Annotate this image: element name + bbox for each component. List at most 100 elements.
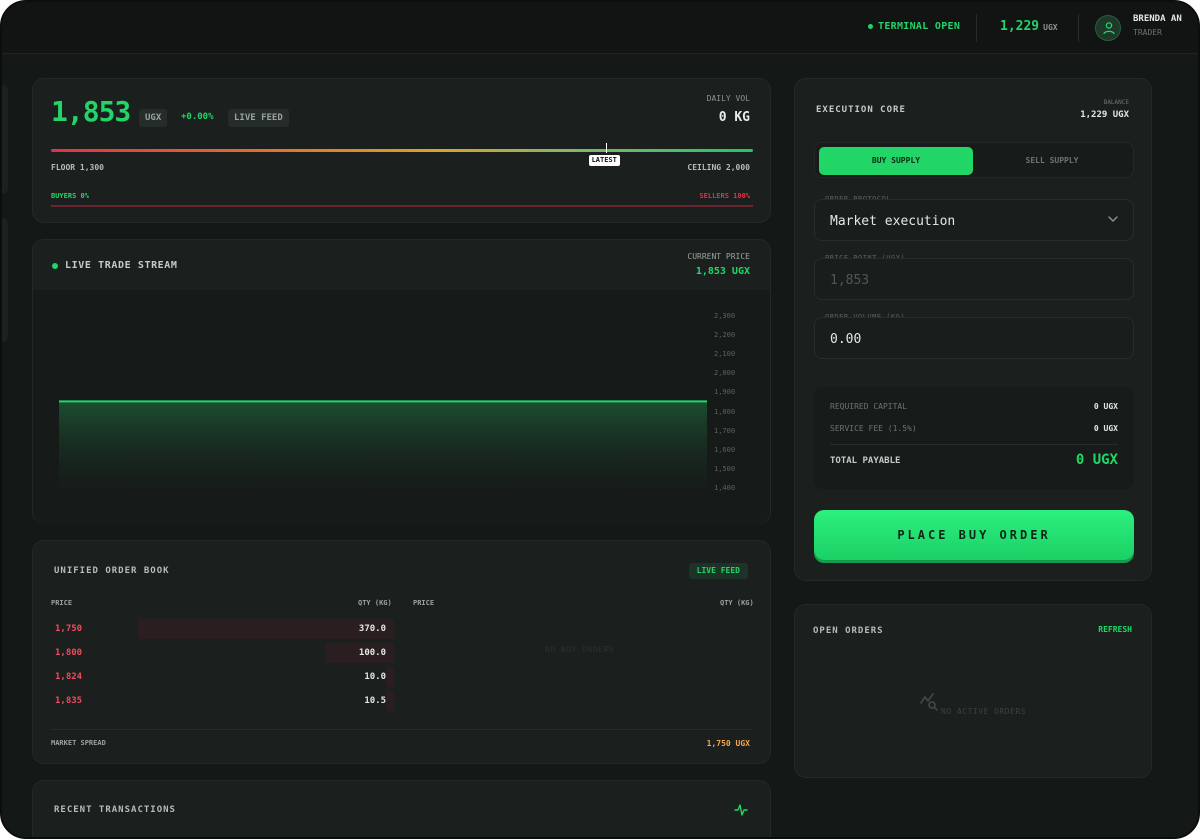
buy-price-header: PRICE xyxy=(413,599,435,607)
open-orders-title: OPEN ORDERS xyxy=(813,626,884,636)
refresh-button[interactable]: REFRESH xyxy=(1098,625,1132,634)
sell-qty-header: QTY (KG) xyxy=(358,599,392,607)
divider xyxy=(1078,14,1079,42)
stream-title: LIVE TRADE STREAM xyxy=(65,260,178,271)
order-qty: 370.0 xyxy=(358,624,386,634)
daily-vol-value: 0 KG xyxy=(718,110,750,125)
sell-order-row[interactable]: 1,835 10.5 xyxy=(51,691,394,711)
floor-price: FLOOR 1,300 xyxy=(51,163,104,172)
terminal-status-label: TERMINAL OPEN xyxy=(878,21,961,32)
empty-orders-icon xyxy=(920,693,938,711)
sell-supply-tab[interactable]: SELL SUPPLY xyxy=(975,147,1129,175)
side-panel-tab[interactable] xyxy=(2,84,8,194)
price-chart-svg xyxy=(59,400,707,488)
order-volume-input[interactable]: 0.00 xyxy=(814,317,1134,359)
y-tick-label: 2,000 xyxy=(714,369,736,378)
price-point-value: 1,853 xyxy=(830,273,870,288)
header-balance: 1,229 UGX xyxy=(1000,19,1058,34)
user-icon xyxy=(1103,22,1115,35)
y-tick-label: 2,300 xyxy=(714,312,736,320)
spread-value: 1,750 UGX xyxy=(706,739,750,748)
price-range-bar xyxy=(51,149,753,152)
no-active-orders: NO ACTIVE ORDERS xyxy=(941,707,1027,716)
depth-bar xyxy=(386,691,394,711)
app-frame: TERMINAL OPEN 1,229 UGX BRENDA AN TRADER … xyxy=(0,0,1200,839)
price-point-input[interactable]: 1,853 xyxy=(814,258,1134,300)
order-price: 1,800 xyxy=(55,648,83,658)
user-avatar[interactable] xyxy=(1095,15,1121,41)
balance-label: BALANCE xyxy=(1103,99,1129,106)
required-capital-label: REQUIRED CAPITAL xyxy=(830,402,908,411)
order-book-live-badge: LIVE FEED xyxy=(688,563,748,579)
top-bar: TERMINAL OPEN 1,229 UGX BRENDA AN TRADER xyxy=(2,2,1198,54)
order-book-title: UNIFIED ORDER BOOK xyxy=(54,566,170,576)
sell-price-header: PRICE xyxy=(51,599,73,607)
side-panel-tab[interactable] xyxy=(2,218,8,342)
activity-icon[interactable] xyxy=(734,803,748,817)
status-dot-icon xyxy=(868,23,873,29)
service-fee-value: 0 UGX xyxy=(1093,424,1118,433)
balance-value: 1,229 UGX xyxy=(1080,110,1129,120)
sell-order-row[interactable]: 1,824 10.0 xyxy=(51,667,394,687)
header-balance-value: 1,229 xyxy=(1000,19,1040,34)
divider xyxy=(830,444,1118,445)
current-price-label: CURRENT PRICE xyxy=(687,252,750,261)
service-fee-label: SERVICE FEE (1.5%) xyxy=(830,424,917,433)
y-tick-label: 1,600 xyxy=(714,445,736,454)
trade-stream-card: LIVE TRADE STREAM CURRENT PRICE 1,853 UG… xyxy=(32,239,771,554)
y-tick-label: 1,700 xyxy=(714,426,736,435)
place-buy-order-button[interactable]: PLACE BUY ORDER xyxy=(814,510,1134,560)
chevron-down-icon xyxy=(1108,216,1118,222)
divider xyxy=(51,729,753,730)
y-tick-label: 1,500 xyxy=(714,464,736,473)
order-qty: 100.0 xyxy=(358,648,386,658)
series-area xyxy=(59,401,707,488)
order-price: 1,750 xyxy=(55,624,83,634)
order-protocol-value: Market execution xyxy=(830,214,956,229)
total-payable-label: TOTAL PAYABLE xyxy=(830,456,901,466)
price-change: +0.00% xyxy=(181,112,214,122)
buy-supply-tab[interactable]: BUY SUPPLY xyxy=(819,147,973,175)
depth-bar xyxy=(386,667,394,687)
side-toggle: BUY SUPPLY SELL SUPPLY xyxy=(814,142,1134,178)
currency-badge: UGX xyxy=(139,109,168,127)
order-summary: REQUIRED CAPITAL 0 UGX SERVICE FEE (1.5%… xyxy=(814,387,1134,489)
open-orders-card: OPEN ORDERS REFRESH NO ACTIVE ORDERS xyxy=(794,604,1152,778)
feed-badge: LIVE FEED xyxy=(228,109,289,127)
y-tick-label: 1,900 xyxy=(714,388,736,397)
order-book-card: UNIFIED ORDER BOOK LIVE FEED PRICE QTY (… xyxy=(32,540,771,764)
y-tick-label: 2,100 xyxy=(714,350,736,359)
y-tick-label: 1,400 xyxy=(714,484,736,492)
user-role: TRADER xyxy=(1133,28,1162,37)
total-payable-value: 0 UGX xyxy=(1075,452,1118,468)
price-chart[interactable]: 2,300 2,200 2,100 2,000 1,900 1,800 1,700 1,600… xyxy=(33,290,770,554)
order-price: 1,824 xyxy=(55,672,83,682)
current-price-value: 1,853 UGX xyxy=(695,266,750,277)
buyers-ratio: BUYERS 0% xyxy=(51,192,89,200)
order-volume-value: 0.00 xyxy=(830,332,862,347)
sellers-ratio: SELLERS 100% xyxy=(699,192,750,200)
depth-bar xyxy=(138,619,394,639)
spread-label: MARKET SPREAD xyxy=(51,739,106,747)
recent-transactions-card: RECENT TRANSACTIONS xyxy=(32,780,771,837)
current-price: 1,853 xyxy=(51,95,131,128)
buyer-seller-bar xyxy=(51,205,753,207)
user-name: BRENDA AN xyxy=(1133,14,1182,24)
no-buy-orders: NO BUY ORDERS xyxy=(545,645,615,654)
sell-order-row[interactable]: 1,750 370.0 xyxy=(51,619,394,639)
header-balance-currency: UGX xyxy=(1043,23,1058,32)
stream-header: LIVE TRADE STREAM CURRENT PRICE 1,853 UG… xyxy=(33,240,770,290)
recent-transactions-title: RECENT TRANSACTIONS xyxy=(54,805,176,815)
buy-qty-header: QTY (KG) xyxy=(720,599,754,607)
required-capital-value: 0 UGX xyxy=(1093,402,1118,411)
daily-vol-label: DAILY VOL xyxy=(706,94,750,103)
terminal-status: TERMINAL OPEN xyxy=(868,21,960,32)
execution-core-card: EXECUTION CORE BALANCE 1,229 UGX BUY SUP… xyxy=(794,78,1152,581)
latest-tag: LATEST xyxy=(588,155,620,166)
sell-order-row[interactable]: 1,800 100.0 xyxy=(51,643,394,663)
y-tick-label: 1,800 xyxy=(714,407,736,416)
order-price: 1,835 xyxy=(55,696,83,706)
live-dot-icon xyxy=(52,263,58,269)
ceiling-price: CEILING 2,000 xyxy=(687,163,750,172)
order-protocol-select[interactable]: Market execution xyxy=(814,199,1134,241)
